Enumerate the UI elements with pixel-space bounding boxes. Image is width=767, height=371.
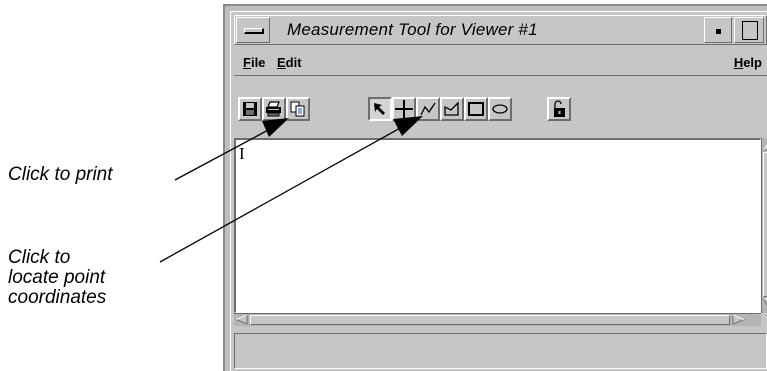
toolbar bbox=[234, 80, 767, 134]
horizontal-scrollbar[interactable] bbox=[234, 313, 761, 326]
scroll-up-icon[interactable] bbox=[763, 139, 767, 151]
measurement-text-area[interactable]: I bbox=[234, 138, 761, 313]
print-callout-label: Click to print bbox=[8, 164, 113, 185]
point-crosshair-icon bbox=[395, 100, 413, 118]
rectangle-button[interactable] bbox=[464, 97, 488, 121]
scroll-right-icon[interactable] bbox=[732, 314, 745, 325]
lock-button[interactable] bbox=[547, 97, 571, 121]
status-bar bbox=[234, 333, 767, 369]
measurement-tool-window: Measurement Tool for Viewer #1 File Edit… bbox=[223, 4, 767, 371]
window-frame: Measurement Tool for Viewer #1 File Edit… bbox=[230, 11, 767, 371]
menu-bar: File Edit Help bbox=[234, 50, 767, 76]
maximize-icon bbox=[742, 21, 758, 40]
menu-file[interactable]: File bbox=[243, 55, 265, 70]
point-button[interactable] bbox=[392, 97, 416, 121]
minimize-icon bbox=[716, 29, 721, 34]
vertical-scroll-thumb[interactable] bbox=[763, 152, 767, 297]
maximize-button[interactable] bbox=[734, 17, 764, 43]
scroll-down-icon[interactable] bbox=[763, 298, 767, 310]
select-arrow-icon bbox=[374, 103, 385, 115]
ellipse-button[interactable] bbox=[488, 97, 512, 121]
horizontal-scroll-thumb[interactable] bbox=[250, 315, 730, 325]
save-button[interactable] bbox=[238, 97, 262, 121]
polygon-icon bbox=[444, 101, 459, 116]
polyline-button[interactable] bbox=[416, 97, 440, 121]
menu-help[interactable]: Help bbox=[734, 55, 762, 70]
minimize-button[interactable] bbox=[704, 17, 732, 43]
copy-icon bbox=[290, 101, 305, 117]
window-menu-icon bbox=[244, 28, 264, 34]
print-button[interactable] bbox=[262, 97, 286, 121]
polygon-button[interactable] bbox=[440, 97, 464, 121]
copy-button[interactable] bbox=[286, 97, 310, 121]
text-caret: I bbox=[239, 144, 245, 163]
window-menu-button[interactable] bbox=[236, 17, 270, 43]
title-bar[interactable]: Measurement Tool for Viewer #1 bbox=[234, 15, 767, 45]
save-icon bbox=[243, 102, 257, 116]
scroll-left-icon[interactable] bbox=[235, 314, 248, 325]
locate-callout-line: coordinates bbox=[8, 287, 107, 308]
locate-callout-label: Click to locate point coordinates bbox=[8, 248, 158, 308]
select-button[interactable] bbox=[368, 97, 392, 121]
locate-callout-line: Click to bbox=[8, 247, 71, 268]
vertical-scrollbar[interactable] bbox=[761, 138, 767, 313]
polyline-icon bbox=[420, 102, 436, 116]
ellipse-icon bbox=[492, 104, 508, 114]
locate-callout-line: locate point bbox=[8, 267, 106, 288]
print-icon bbox=[266, 101, 281, 117]
lock-icon bbox=[554, 100, 565, 117]
menu-edit[interactable]: Edit bbox=[277, 55, 302, 70]
rectangle-icon bbox=[468, 102, 484, 116]
window-title: Measurement Tool for Viewer #1 bbox=[287, 20, 538, 39]
